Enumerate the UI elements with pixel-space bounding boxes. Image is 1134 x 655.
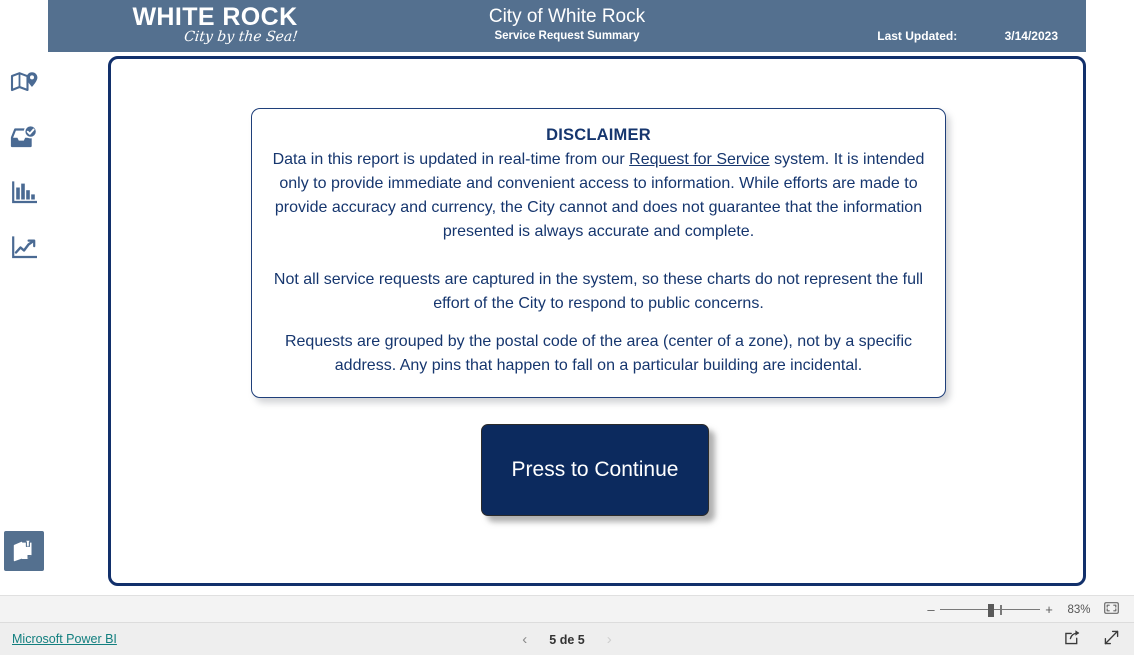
sidebar-item-requests[interactable] <box>4 118 44 158</box>
last-updated-label: Last Updated: <box>877 29 958 43</box>
bookmark-pin-icon <box>11 538 37 564</box>
zoom-slider-tick <box>1000 604 1002 615</box>
disclaimer-p1-before: Data in this report is updated in real-t… <box>272 151 630 168</box>
map-pin-icon <box>10 71 38 95</box>
zoom-toolbar: – + 83% <box>0 595 1134 622</box>
zoom-in-button[interactable]: + <box>1040 602 1058 617</box>
share-icon <box>1064 629 1081 651</box>
logo-wordmark: WHITE ROCK <box>132 3 298 31</box>
page-navigation: ‹ 5 de 5 › <box>0 623 1134 655</box>
fit-to-page-icon <box>1103 602 1119 617</box>
sidebar-item-map[interactable] <box>4 63 44 103</box>
disclaimer-paragraph-3: Requests are grouped by the postal code … <box>284 333 913 374</box>
sidebar-item-bookmarks[interactable] <box>4 531 44 571</box>
microsoft-power-bi-link[interactable]: Microsoft Power BI <box>12 632 117 646</box>
sidebar-item-bar-chart[interactable] <box>4 173 44 213</box>
request-for-service-link[interactable]: Request for Service <box>629 151 770 168</box>
zoom-slider-thumb[interactable] <box>988 603 994 617</box>
line-chart-icon <box>11 236 37 260</box>
disclaimer-title: DISCLAIMER <box>546 126 651 144</box>
power-bi-report-viewer: WHITE ROCK City by the Sea! City of Whit… <box>0 0 1134 655</box>
white-rock-logo: WHITE ROCK City by the Sea! <box>100 4 330 50</box>
page-navigation-rail <box>0 52 48 595</box>
report-canvas: DISCLAIMER Data in this report is update… <box>108 56 1086 586</box>
logo-tagline: City by the Sea! <box>183 29 299 45</box>
next-page-button[interactable]: › <box>607 632 612 647</box>
last-updated-value: 3/14/2023 <box>1004 29 1058 43</box>
disclaimer-card: DISCLAIMER Data in this report is update… <box>251 108 946 398</box>
press-to-continue-button[interactable]: Press to Continue <box>481 424 709 516</box>
bar-chart-icon <box>11 181 37 205</box>
sidebar-item-trend[interactable] <box>4 228 44 268</box>
footer-actions <box>1064 623 1120 655</box>
disclaimer-paragraph-1: Data in this report is updated in real-t… <box>270 148 927 244</box>
fullscreen-button[interactable] <box>1103 629 1120 651</box>
fullscreen-icon <box>1103 629 1120 651</box>
zoom-slider[interactable] <box>940 603 1040 617</box>
share-button[interactable] <box>1064 629 1081 651</box>
report-header: WHITE ROCK City by the Sea! City of Whit… <box>48 0 1086 52</box>
fit-to-page-button[interactable] <box>1100 602 1122 617</box>
zoom-level-label: 83% <box>1067 603 1091 616</box>
last-updated: Last Updated: 3/14/2023 <box>877 29 1058 43</box>
page-indicator: 5 de 5 <box>549 632 585 647</box>
disclaimer-paragraph-2: Not all service requests are captured in… <box>273 271 924 312</box>
zoom-out-button[interactable]: – <box>922 602 940 617</box>
zoom-controls: – + 83% <box>922 596 1122 623</box>
report-footer: Microsoft Power BI ‹ 5 de 5 › <box>0 622 1134 655</box>
inbox-check-icon <box>10 125 38 151</box>
previous-page-button[interactable]: ‹ <box>522 632 527 647</box>
